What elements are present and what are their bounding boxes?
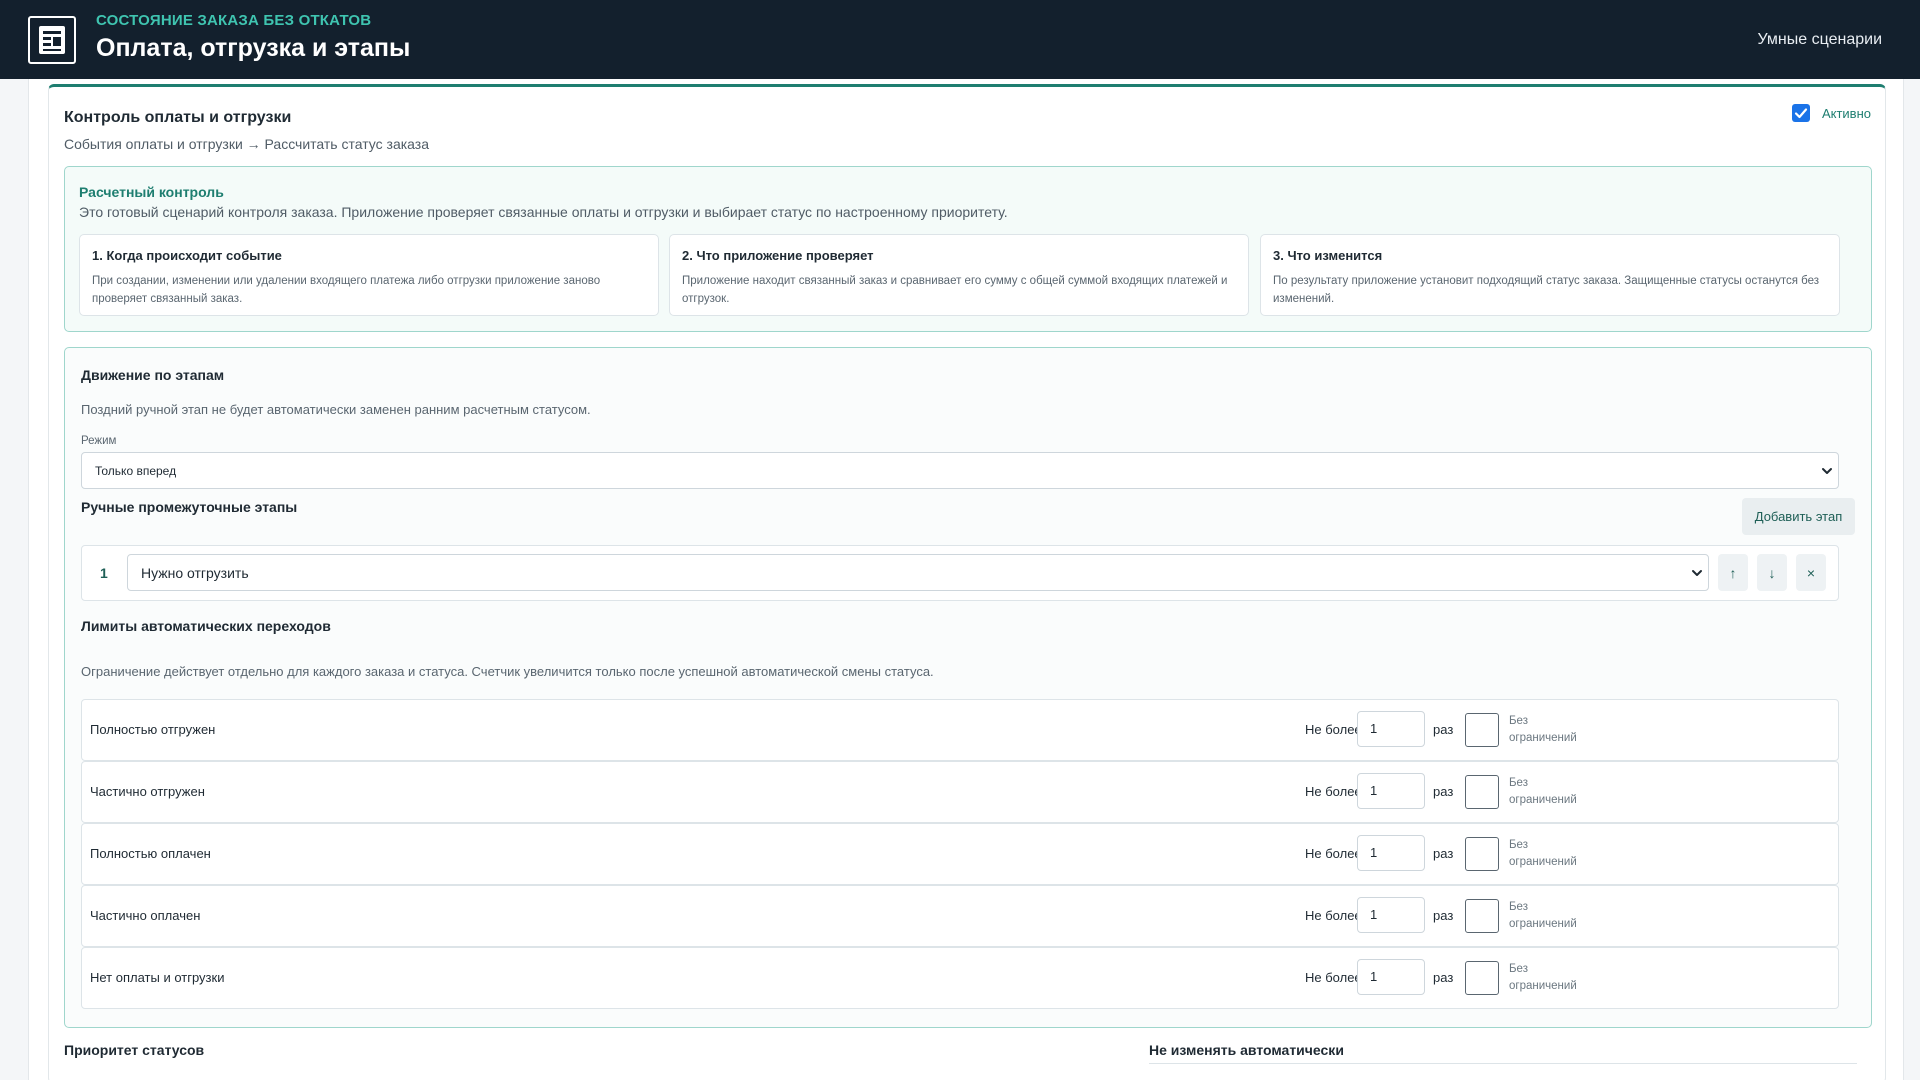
scenario-card: Контроль оплаты и отгрузки События оплат… bbox=[48, 84, 1886, 1080]
calc-control-panel: Расчетный контроль Это готовый сценарий … bbox=[64, 166, 1872, 332]
step-title: 2. Что приложение проверяет bbox=[682, 248, 874, 263]
step-title: 1. Когда происходит событие bbox=[92, 248, 282, 263]
step-title: 3. Что изменится bbox=[1273, 248, 1383, 263]
step-card-check: 2. Что приложение проверяет Приложение н… bbox=[669, 234, 1249, 316]
move-up-button[interactable]: ↑ bbox=[1718, 554, 1748, 591]
card-subtitle: События оплаты и отгрузки → Рассчитать с… bbox=[64, 136, 429, 152]
limit-row: Полностью оплачен Не более 1 раз Без огр… bbox=[81, 823, 1839, 885]
not-more-label: Не более bbox=[1305, 908, 1362, 923]
limit-count-input[interactable]: 1 bbox=[1357, 835, 1425, 871]
no-limit-checkbox[interactable] bbox=[1465, 899, 1499, 933]
times-label: раз bbox=[1433, 722, 1454, 737]
chevron-down-icon bbox=[1822, 467, 1832, 474]
step-text: Приложение находит связанный заказ и сра… bbox=[682, 275, 1228, 305]
manual-stages-title: Ручные промежуточные этапы bbox=[81, 499, 298, 515]
limit-status-name: Полностью оплачен bbox=[90, 846, 211, 861]
times-label: раз bbox=[1433, 908, 1454, 923]
times-label: раз bbox=[1433, 784, 1454, 799]
app-subtitle: СОСТОЯНИЕ ЗАКАЗА БЕЗ ОТКАТОВ bbox=[96, 12, 372, 29]
limit-status-name: Частично отгружен bbox=[90, 784, 205, 799]
step-text: По результату приложение установит подхо… bbox=[1273, 275, 1820, 305]
limits-description: Ограничение действует отдельно для каждо… bbox=[81, 664, 934, 679]
checkmark-icon bbox=[1794, 108, 1808, 119]
smart-scenarios-link[interactable]: Умные сценарии bbox=[1757, 31, 1882, 49]
no-limit-label: Без ограничений bbox=[1509, 839, 1577, 868]
limits-title: Лимиты автоматических переходов bbox=[81, 618, 331, 634]
no-limit-label: Без ограничений bbox=[1509, 777, 1577, 806]
limit-status-name: Нет оплаты и отгрузки bbox=[90, 970, 225, 985]
no-limit-checkbox[interactable] bbox=[1465, 713, 1499, 747]
stage-number: 1 bbox=[100, 565, 108, 581]
close-icon: × bbox=[1806, 564, 1816, 581]
limit-row: Частично отгружен Не более 1 раз Без огр… bbox=[81, 761, 1839, 823]
calc-control-title: Расчетный контроль bbox=[79, 184, 224, 200]
limit-status-name: Частично оплачен bbox=[90, 908, 201, 923]
stage-movement-description: Поздний ручной этап не будет автоматичес… bbox=[81, 402, 591, 417]
limit-row: Частично оплачен Не более 1 раз Без огра… bbox=[81, 885, 1839, 947]
limit-status-name: Полностью отгружен bbox=[90, 722, 216, 737]
no-limit-checkbox[interactable] bbox=[1465, 837, 1499, 871]
page-title: Оплата, отгрузка и этапы bbox=[96, 34, 411, 62]
times-label: раз bbox=[1433, 970, 1454, 985]
limits-list: Полностью отгружен Не более 1 раз Без ог… bbox=[81, 699, 1839, 1009]
mode-select-value: Только вперед bbox=[95, 463, 177, 478]
no-limit-label: Без ограничений bbox=[1509, 963, 1577, 992]
remove-stage-button[interactable]: × bbox=[1796, 554, 1826, 591]
stage-select-value: Нужно отгрузить bbox=[141, 564, 249, 581]
not-more-label: Не более bbox=[1305, 722, 1362, 737]
mode-select[interactable]: Только вперед bbox=[81, 452, 1839, 489]
limit-count-input[interactable]: 1 bbox=[1357, 959, 1425, 995]
active-checkbox[interactable] bbox=[1791, 104, 1810, 122]
step-text: При создании, изменении или удалении вхо… bbox=[92, 275, 601, 305]
stage-row: 1 Нужно отгрузить ↑ ↓ × bbox=[81, 545, 1839, 601]
stage-select[interactable]: Нужно отгрузить bbox=[127, 554, 1709, 591]
divider bbox=[1149, 1063, 1857, 1064]
arrow-up-icon: ↑ bbox=[1729, 564, 1737, 581]
active-toggle[interactable]: Активно bbox=[1791, 104, 1871, 122]
stage-movement-title: Движение по этапам bbox=[81, 367, 225, 383]
times-label: раз bbox=[1433, 846, 1454, 861]
limit-count-input[interactable]: 1 bbox=[1357, 897, 1425, 933]
not-more-label: Не более bbox=[1305, 970, 1362, 985]
limit-row: Полностью отгружен Не более 1 раз Без ог… bbox=[81, 699, 1839, 761]
step-card-event: 1. Когда происходит событие При создании… bbox=[79, 234, 659, 316]
mode-label: Режим bbox=[81, 435, 117, 447]
status-priority-title: Приоритет статусов bbox=[64, 1042, 205, 1058]
limit-count-input[interactable]: 1 bbox=[1357, 711, 1425, 747]
chevron-down-icon bbox=[1692, 569, 1702, 576]
page-container: Контроль оплаты и отгрузки События оплат… bbox=[28, 79, 1904, 1080]
top-bar: СОСТОЯНИЕ ЗАКАЗА БЕЗ ОТКАТОВ Оплата, отг… bbox=[0, 0, 1920, 79]
app-logo bbox=[28, 16, 76, 64]
no-auto-change-title: Не изменять автоматически bbox=[1149, 1042, 1344, 1058]
limit-row: Нет оплаты и отгрузки Не более 1 раз Без… bbox=[81, 947, 1839, 1009]
document-stack-icon bbox=[39, 26, 65, 54]
move-down-button[interactable]: ↓ bbox=[1757, 554, 1787, 591]
not-more-label: Не более bbox=[1305, 846, 1362, 861]
no-limit-checkbox[interactable] bbox=[1465, 961, 1499, 995]
calc-control-description: Это готовый сценарий контроля заказа. Пр… bbox=[79, 204, 1008, 220]
limit-count-input[interactable]: 1 bbox=[1357, 773, 1425, 809]
no-limit-checkbox[interactable] bbox=[1465, 775, 1499, 809]
add-stage-button[interactable]: Добавить этап bbox=[1742, 498, 1855, 535]
no-limit-label: Без ограничений bbox=[1509, 715, 1577, 744]
not-more-label: Не более bbox=[1305, 784, 1362, 799]
no-limit-label: Без ограничений bbox=[1509, 901, 1577, 930]
arrow-down-icon: ↓ bbox=[1768, 564, 1776, 581]
stage-movement-panel: Движение по этапам Поздний ручной этап н… bbox=[64, 347, 1872, 1028]
step-card-change: 3. Что изменится По результату приложени… bbox=[1260, 234, 1840, 316]
card-title: Контроль оплаты и отгрузки bbox=[64, 109, 292, 126]
active-label: Активно bbox=[1821, 105, 1871, 121]
